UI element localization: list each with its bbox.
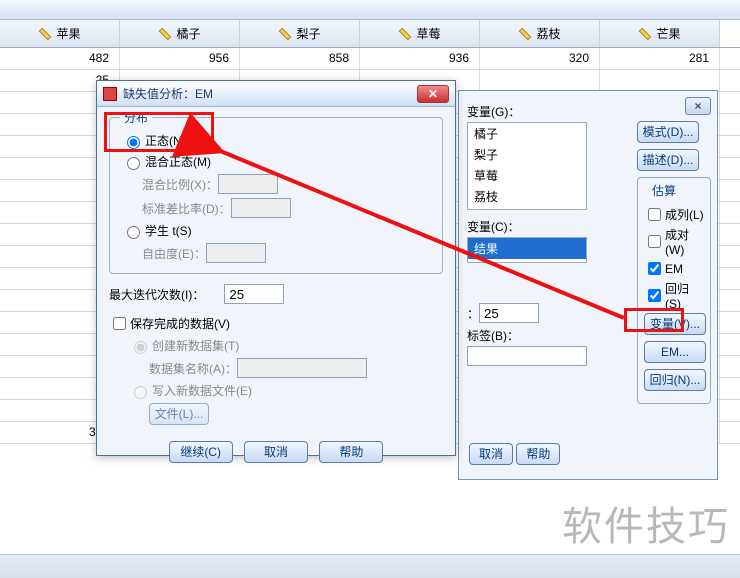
list-item[interactable]: 芒果 (468, 207, 586, 210)
em-dialog: 缺失值分析：EM ✕ 分布 正态(N) 混合正态(M) 混合比例(X)： 标准差… (96, 80, 456, 456)
em-checkbox[interactable]: EM (644, 259, 704, 278)
cell[interactable]: 858 (240, 48, 360, 69)
cell[interactable]: 482 (0, 48, 120, 69)
column-label: 梨子 (296, 25, 320, 42)
dialog-icon (103, 87, 117, 101)
continue-button[interactable]: 继续(C) (169, 441, 233, 463)
num-input[interactable] (479, 303, 539, 323)
std-ratio-input (231, 198, 291, 218)
variables-button[interactable]: 变量(V)... (644, 313, 706, 335)
column-label: 荔枝 (536, 25, 560, 42)
cancel-button[interactable]: 取消 (244, 441, 308, 463)
dof-input (206, 243, 266, 263)
column-label: 苹果 (56, 25, 80, 42)
column-label: 草莓 (416, 25, 440, 42)
close-icon[interactable]: ✕ (417, 85, 449, 103)
cell[interactable] (600, 70, 720, 91)
file-button: 文件(L)... (149, 403, 209, 425)
write-file-radio: 写入新数据文件(E) (129, 382, 443, 399)
max-iter-label: 最大迭代次数(I)： (109, 286, 204, 303)
list-item[interactable]: 梨子 (468, 144, 586, 165)
mode-button[interactable]: 模式(D)... (637, 121, 699, 143)
column-label: 橘子 (176, 25, 200, 42)
cell[interactable] (480, 70, 600, 91)
app-toolbar (0, 0, 740, 20)
scale-icon (636, 24, 656, 44)
var-g-label: 变量(G)： (467, 103, 709, 120)
cell[interactable]: 320 (480, 48, 600, 69)
missing-values-panel: × 变量(G)： 橘子梨子草莓荔枝芒果 模式(D)... 描述(D)... 估算… (458, 90, 718, 480)
cell[interactable]: 281 (600, 48, 720, 69)
normal-radio[interactable]: 正态(N) (122, 132, 430, 149)
tag-input[interactable] (467, 346, 587, 366)
dataset-name-input (237, 358, 367, 378)
scale-icon (36, 24, 56, 44)
column-header[interactable]: 草莓 (360, 20, 480, 47)
scale-icon (276, 24, 296, 44)
scale-icon (516, 24, 536, 44)
panel-close-button[interactable]: × (685, 97, 711, 115)
column-header[interactable]: 苹果 (0, 20, 120, 47)
distribution-legend: 分布 (120, 109, 152, 126)
list-item[interactable]: 橘子 (468, 123, 586, 144)
column-header[interactable]: 荔枝 (480, 20, 600, 47)
describe-button[interactable]: 描述(D)... (637, 149, 699, 171)
distribution-group: 分布 正态(N) 混合正态(M) 混合比例(X)： 标准差比率(D)： 学生 t… (109, 117, 443, 274)
em-button[interactable]: EM... (644, 341, 706, 363)
cell[interactable]: 936 (360, 48, 480, 69)
var-c-listbox[interactable]: 结果 (467, 237, 587, 263)
column-headers: 苹果 橘子 梨子 草莓 荔枝 芒果 (0, 20, 740, 48)
dialog-titlebar[interactable]: 缺失值分析：EM ✕ (97, 81, 455, 107)
save-data-checkbox[interactable]: 保存完成的数据(V) (109, 314, 443, 333)
dialog-title: 缺失值分析：EM (123, 85, 213, 102)
column-label: 芒果 (656, 25, 680, 42)
num-label: ： (467, 305, 479, 322)
panel-cancel-button[interactable]: 取消 (469, 443, 513, 465)
pairwise-checkbox[interactable]: 成对(W) (644, 226, 704, 257)
mixed-normal-radio[interactable]: 混合正态(M) (122, 153, 430, 170)
student-t-radio[interactable]: 学生 t(S) (122, 222, 430, 239)
list-item[interactable]: 草莓 (468, 165, 586, 186)
list-item[interactable]: 荔枝 (468, 186, 586, 207)
cell[interactable]: 956 (120, 48, 240, 69)
regression-button[interactable]: 回归(N)... (644, 369, 706, 391)
mixed-ratio-row: 混合比例(X)： (142, 174, 430, 194)
std-ratio-row: 标准差比率(D)： (142, 198, 430, 218)
mixed-ratio-input (218, 174, 278, 194)
panel-help-button[interactable]: 帮助 (516, 443, 560, 465)
regression-checkbox[interactable]: 回归(S) (644, 280, 704, 311)
column-header[interactable]: 芒果 (600, 20, 720, 47)
variables-listbox[interactable]: 橘子梨子草莓荔枝芒果 (467, 122, 587, 210)
max-iter-input[interactable] (224, 284, 284, 304)
dataset-name-row: 数据集名称(A)： (149, 358, 443, 378)
estimate-group-title: 估算 (648, 182, 680, 199)
watermark: 软件技巧 (562, 494, 730, 552)
table-row: 482956858936320281 (0, 48, 740, 70)
column-header[interactable]: 橘子 (120, 20, 240, 47)
listwise-checkbox[interactable]: 成列(L) (644, 205, 704, 224)
status-bar (0, 554, 740, 578)
selected-var-c[interactable]: 结果 (468, 238, 586, 259)
scale-icon (156, 24, 176, 44)
dof-row: 自由度(E)： (142, 243, 430, 263)
help-button[interactable]: 帮助 (319, 441, 383, 463)
column-header[interactable]: 梨子 (240, 20, 360, 47)
create-dataset-radio: 创建新数据集(T) (129, 337, 443, 354)
scale-icon (396, 24, 416, 44)
